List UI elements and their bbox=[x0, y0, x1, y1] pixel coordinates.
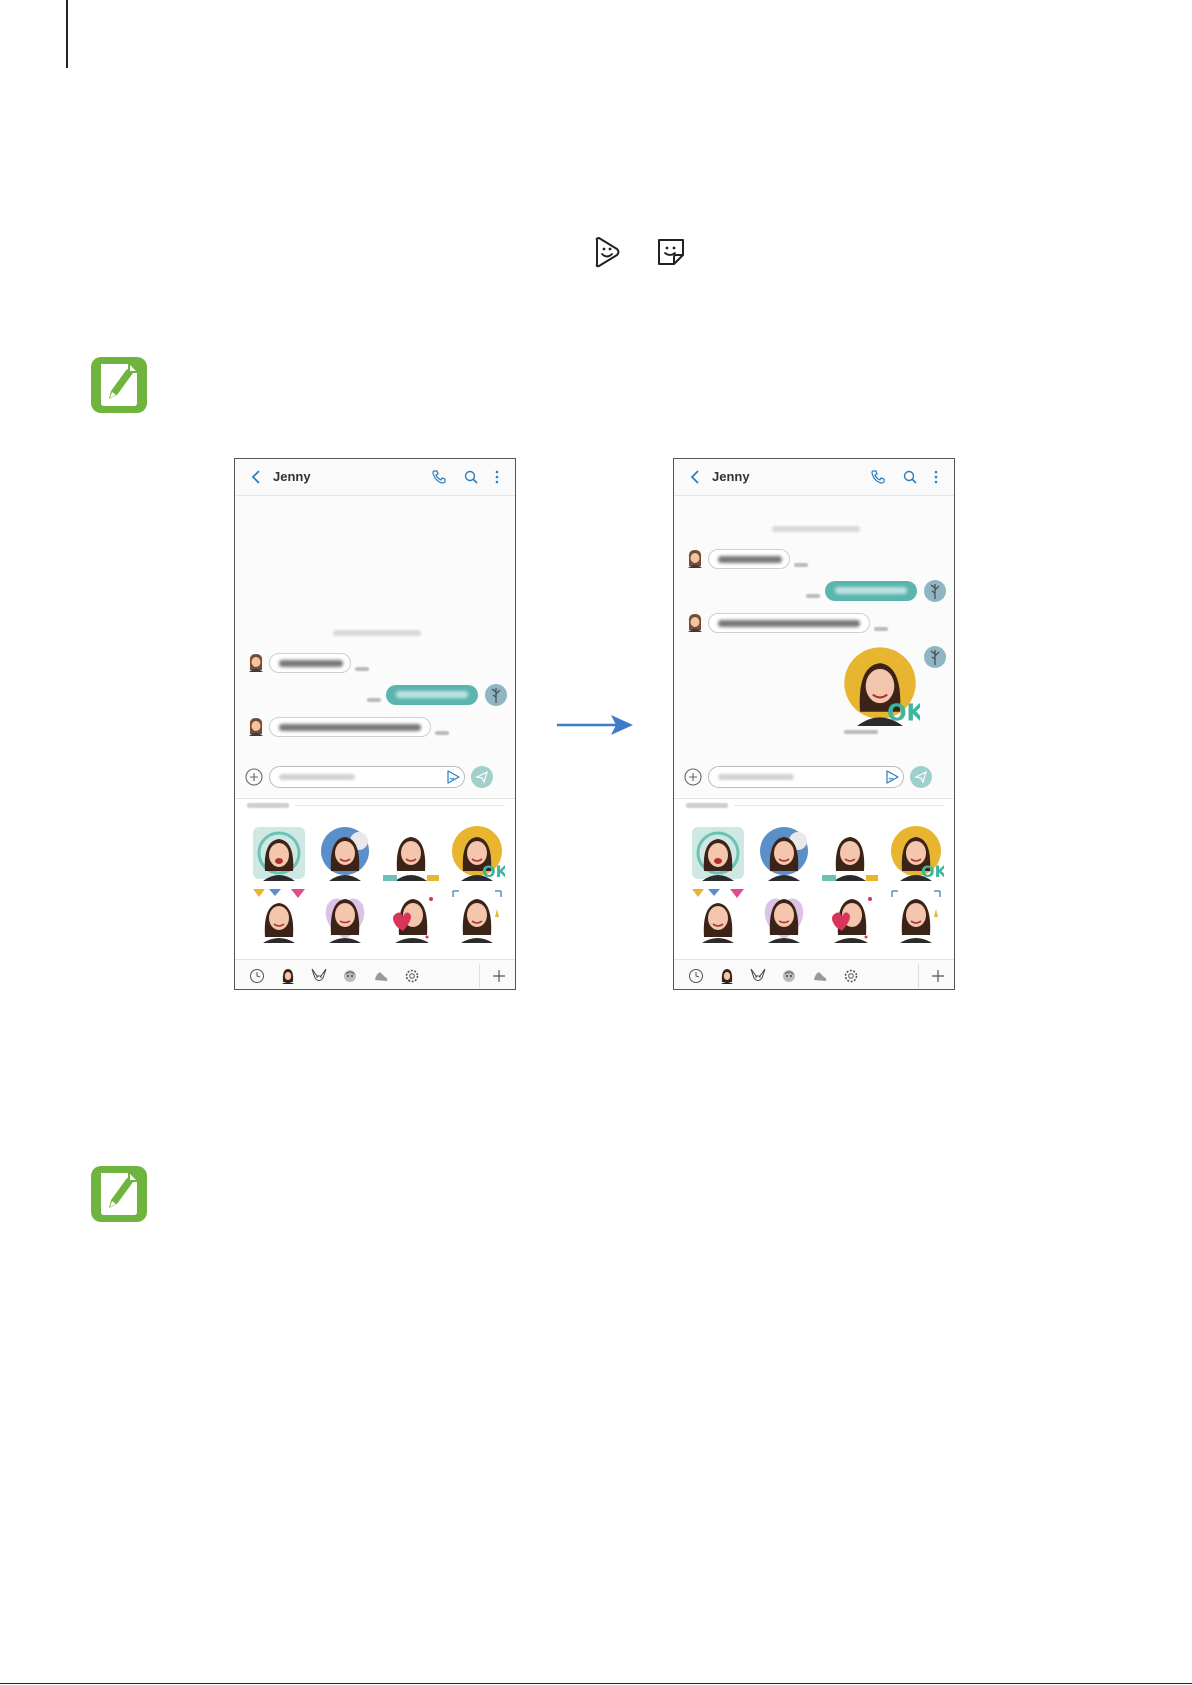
more-vert-icon[interactable] bbox=[928, 469, 944, 485]
svg-text:OK: OK bbox=[921, 862, 944, 881]
chat-header: Jenny bbox=[674, 459, 954, 496]
message-bubble-outgoing[interactable] bbox=[386, 685, 478, 705]
chat-area: OK bbox=[674, 496, 954, 796]
message-bubble-incoming[interactable] bbox=[269, 653, 351, 673]
right-phone-screenshot: Jenny OK OK bbox=[673, 458, 955, 990]
left-phone-screenshot: Jenny OK bbox=[234, 458, 516, 990]
divider bbox=[295, 805, 505, 806]
sticker-ar-emoji[interactable] bbox=[317, 887, 373, 943]
ar-emoji-tab-icon[interactable] bbox=[280, 968, 296, 984]
message-time bbox=[874, 627, 888, 631]
contact-name: Jenny bbox=[273, 469, 311, 484]
message-time bbox=[794, 563, 808, 567]
avatar bbox=[924, 580, 946, 602]
sticker-ar-emoji-kiss[interactable] bbox=[822, 887, 878, 943]
contact-name: Jenny bbox=[712, 469, 750, 484]
animal-sticker-tab-icon[interactable] bbox=[750, 968, 766, 984]
stickers-section-label bbox=[686, 803, 728, 808]
gear-icon[interactable] bbox=[843, 968, 859, 984]
send-button[interactable] bbox=[910, 766, 932, 788]
add-icon[interactable] bbox=[490, 967, 508, 985]
sticker-play-icon[interactable] bbox=[884, 769, 900, 785]
sticker-ar-emoji[interactable] bbox=[383, 825, 439, 881]
message-bubble-incoming[interactable] bbox=[708, 613, 870, 633]
message-time bbox=[355, 667, 369, 671]
chat-header: Jenny bbox=[235, 459, 515, 496]
note-pencil-icon bbox=[91, 1166, 147, 1222]
sticker-ar-emoji[interactable] bbox=[251, 887, 307, 943]
chevron-left-icon[interactable] bbox=[688, 469, 702, 485]
recent-clock-icon[interactable] bbox=[249, 968, 265, 984]
ar-emoji-icon bbox=[595, 237, 620, 268]
sticker-ar-emoji[interactable] bbox=[449, 887, 505, 943]
message-bubble-outgoing[interactable] bbox=[825, 581, 917, 601]
shoe-sticker-tab-icon[interactable] bbox=[812, 968, 828, 984]
message-time bbox=[844, 730, 878, 734]
divider bbox=[918, 964, 919, 988]
search-icon[interactable] bbox=[902, 469, 918, 485]
sticker-ar-emoji[interactable] bbox=[888, 887, 944, 943]
sticker-ar-emoji[interactable] bbox=[690, 825, 746, 881]
sticker-ar-emoji[interactable] bbox=[756, 887, 812, 943]
avatar bbox=[485, 684, 507, 706]
avatar bbox=[688, 614, 702, 632]
sticker-play-icon[interactable] bbox=[445, 769, 461, 785]
right-arrow-icon bbox=[557, 715, 633, 735]
message-input[interactable] bbox=[269, 766, 465, 788]
divider bbox=[734, 805, 944, 806]
compose-bar bbox=[235, 758, 515, 799]
plus-circle-icon[interactable] bbox=[684, 768, 702, 786]
sticker-ar-emoji[interactable] bbox=[822, 825, 878, 881]
sticker-ar-emoji-ok[interactable]: OK bbox=[888, 825, 944, 881]
compose-bar bbox=[674, 758, 954, 799]
plus-circle-icon[interactable] bbox=[245, 768, 263, 786]
gear-icon[interactable] bbox=[404, 968, 420, 984]
message-input[interactable] bbox=[708, 766, 904, 788]
divider bbox=[479, 964, 480, 988]
search-icon[interactable] bbox=[463, 469, 479, 485]
message-time bbox=[806, 594, 820, 598]
chevron-left-icon[interactable] bbox=[249, 469, 263, 485]
send-button[interactable] bbox=[471, 766, 493, 788]
svg-text:OK: OK bbox=[887, 700, 920, 726]
note-pencil-icon bbox=[91, 357, 147, 413]
message-time bbox=[367, 698, 381, 702]
avatar bbox=[249, 654, 263, 672]
sent-sticker-ar-emoji-ok[interactable]: OK bbox=[840, 646, 920, 726]
send-icon bbox=[914, 770, 927, 784]
character-sticker-tab-icon[interactable] bbox=[342, 968, 358, 984]
avatar bbox=[688, 550, 702, 568]
sticker-ar-emoji[interactable] bbox=[317, 825, 373, 881]
add-icon[interactable] bbox=[929, 967, 947, 985]
date-divider bbox=[772, 526, 860, 532]
sticker-ar-emoji[interactable] bbox=[690, 887, 746, 943]
phone-icon[interactable] bbox=[870, 469, 886, 485]
phone-icon[interactable] bbox=[431, 469, 447, 485]
sticker-ar-emoji-kiss[interactable] bbox=[383, 887, 439, 943]
sticker-tab-bar bbox=[674, 959, 954, 989]
animal-sticker-tab-icon[interactable] bbox=[311, 968, 327, 984]
recent-clock-icon[interactable] bbox=[688, 968, 704, 984]
sticker-tab-bar bbox=[235, 959, 515, 989]
message-bubble-incoming[interactable] bbox=[708, 549, 790, 569]
sticker-ar-emoji[interactable] bbox=[756, 825, 812, 881]
ar-emoji-tab-icon[interactable] bbox=[719, 968, 735, 984]
avatar bbox=[924, 646, 946, 668]
svg-text:OK: OK bbox=[482, 862, 505, 881]
margin-rule bbox=[66, 0, 68, 68]
send-icon bbox=[475, 770, 488, 784]
stickers-section-label bbox=[247, 803, 289, 808]
chat-area bbox=[235, 496, 515, 796]
sticker-ar-emoji[interactable] bbox=[251, 825, 307, 881]
footer-rule bbox=[0, 1683, 1192, 1684]
avatar bbox=[249, 718, 263, 736]
more-vert-icon[interactable] bbox=[489, 469, 505, 485]
sticker-icon bbox=[658, 239, 684, 265]
message-bubble-incoming[interactable] bbox=[269, 717, 431, 737]
sticker-ar-emoji-ok[interactable]: OK bbox=[449, 825, 505, 881]
message-time bbox=[435, 731, 449, 735]
character-sticker-tab-icon[interactable] bbox=[781, 968, 797, 984]
shoe-sticker-tab-icon[interactable] bbox=[373, 968, 389, 984]
date-divider bbox=[333, 630, 421, 636]
